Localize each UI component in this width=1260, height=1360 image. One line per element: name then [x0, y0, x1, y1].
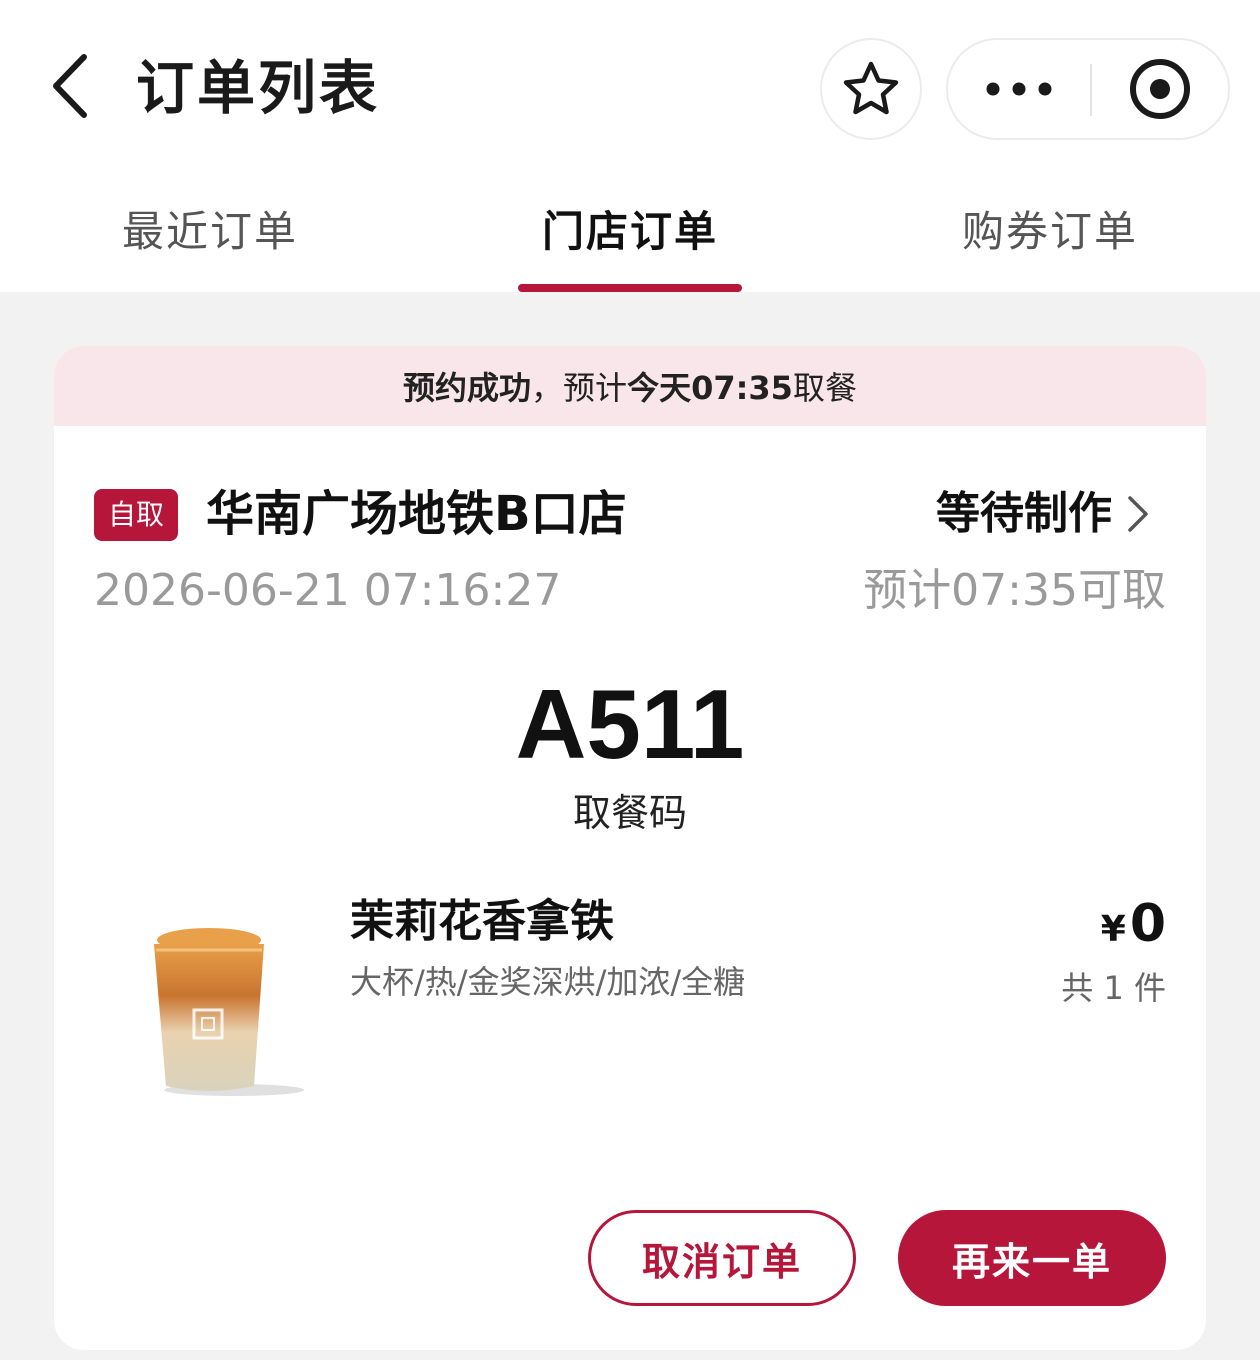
tab-store-orders[interactable]: 门店订单 — [520, 200, 740, 264]
banner-separator: ，预计 — [531, 369, 628, 407]
item-price: ¥0 — [1101, 892, 1166, 962]
page-title: 订单列表 — [136, 54, 381, 122]
top-bar: 订单列表 最近订单 门店订单 购券订单 — [0, 0, 1260, 292]
pickup-code: A511 — [515, 669, 745, 779]
target-circle-icon — [1130, 59, 1190, 119]
favorite-button[interactable] — [820, 38, 922, 140]
currency-symbol: ¥ — [1100, 909, 1126, 950]
pickup-code-label: 取餐码 — [572, 791, 687, 835]
chevron-right-icon — [1126, 494, 1150, 534]
banner-suffix: 取餐 — [792, 369, 857, 407]
order-timestamp: 2026-06-21 07:16:27 — [94, 565, 562, 616]
banner-prefix: 预约成功 — [403, 369, 532, 407]
tab-recent-orders[interactable]: 最近订单 — [100, 200, 320, 264]
star-outline-icon — [843, 61, 899, 115]
latte-cup-image — [114, 914, 324, 1104]
active-tab-indicator — [518, 284, 742, 292]
item-quantity: 共 1 件 — [1061, 969, 1166, 1007]
store-name: 华南广场地铁B口店 — [206, 486, 627, 542]
more-dots-icon — [986, 82, 1052, 96]
mini-program-capsule — [946, 38, 1230, 140]
close-button[interactable] — [1092, 40, 1228, 138]
banner-time: 今天07:35 — [627, 369, 793, 407]
pickup-type-badge: 自取 — [94, 489, 178, 541]
order-status-link[interactable]: 等待制作 — [936, 484, 1150, 544]
product-name: 茉莉花香拿铁 — [350, 896, 614, 947]
back-button[interactable] — [30, 46, 110, 126]
more-button[interactable] — [948, 40, 1090, 138]
reservation-banner: 预约成功 ，预计 今天07:35 取餐 — [54, 346, 1206, 426]
pickup-eta: 预计07:35可取 — [863, 565, 1166, 616]
reorder-button[interactable]: 再来一单 — [898, 1210, 1166, 1306]
order-card[interactable]: 预约成功 ，预计 今天07:35 取餐 自取 华南广场地铁B口店 等待制作 2026-… — [54, 346, 1206, 1350]
cancel-order-button[interactable]: 取消订单 — [588, 1210, 856, 1306]
order-status: 等待制作 — [936, 488, 1112, 539]
price-value: 0 — [1129, 894, 1166, 954]
tab-voucher-orders[interactable]: 购券订单 — [940, 200, 1160, 264]
product-spec: 大杯/热/金奖深烘/加浓/全糖 — [350, 963, 746, 1001]
chevron-left-icon — [53, 54, 87, 118]
